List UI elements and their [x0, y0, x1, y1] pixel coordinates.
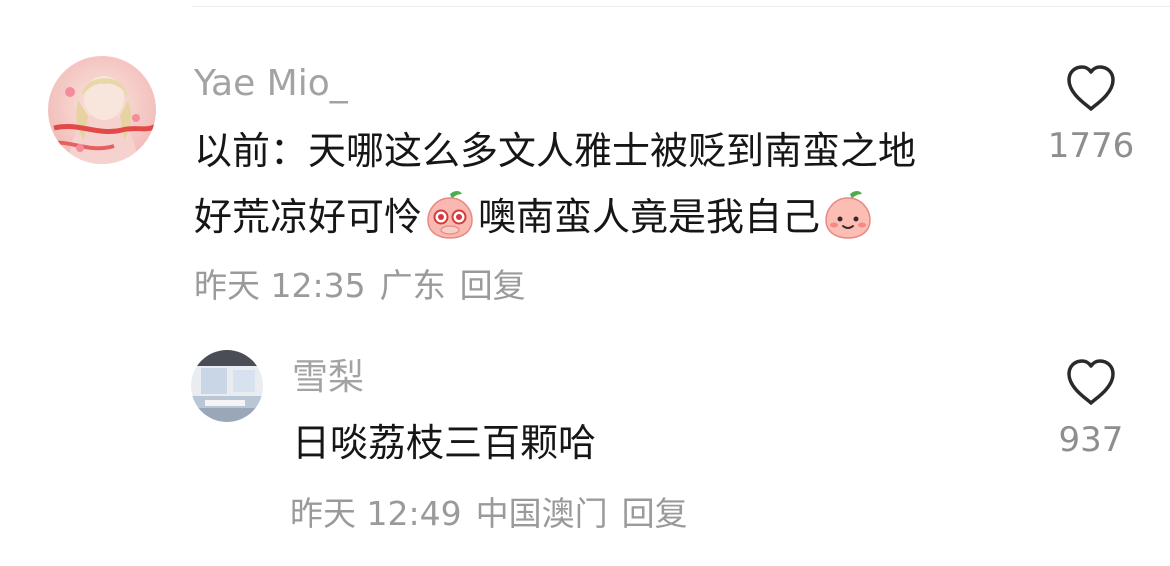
comment-text-line-1: 以前：天哪这么多文人雅士被贬到南蛮之地 — [194, 129, 917, 173]
crying-peach-emoji-icon — [427, 191, 473, 239]
heart-icon — [1067, 359, 1115, 405]
comment-thread: Yae Mio_ 以前：天哪这么多文人雅士被贬到南蛮之地 好荒凉好可怜 噢南蛮人… — [0, 0, 1170, 566]
smiling-peach-emoji-icon — [825, 191, 871, 239]
username[interactable]: Yae Mio_ — [194, 62, 348, 106]
heart-icon — [1067, 65, 1115, 111]
avatar[interactable] — [48, 56, 156, 164]
reply-meta: 昨天 12:49 中国澳门 回复 — [290, 494, 688, 534]
like-count: 1776 — [1047, 126, 1135, 166]
comment-text-part-2: 噢南蛮人竟是我自己 — [478, 195, 821, 239]
reply-time: 昨天 12:49 — [290, 494, 462, 533]
reply-like-button[interactable]: 937 — [1036, 358, 1146, 460]
reply-avatar[interactable] — [191, 350, 263, 422]
comment-text-part-1: 好荒凉好可怜 — [194, 195, 423, 239]
comment-meta: 昨天 12:35 广东 回复 — [194, 266, 526, 306]
room-photo-avatar-icon — [191, 350, 263, 422]
reply-text: 日啖荔枝三百颗哈 — [292, 421, 597, 465]
comment-location: 广东 — [379, 266, 446, 305]
divider — [192, 6, 1170, 7]
reply-location: 中国澳门 — [475, 494, 608, 533]
comment-time: 昨天 12:35 — [194, 266, 366, 305]
reply-button[interactable]: 回复 — [460, 266, 526, 305]
like-button[interactable]: 1776 — [1036, 64, 1146, 166]
comment-text-line-2: 好荒凉好可怜 噢南蛮人竟是我自己 — [194, 184, 876, 250]
reply-like-count: 937 — [1058, 420, 1124, 460]
reply-username[interactable]: 雪梨 — [292, 356, 364, 400]
reply-reply-button[interactable]: 回复 — [622, 494, 688, 533]
anime-girl-avatar-icon — [48, 56, 156, 164]
